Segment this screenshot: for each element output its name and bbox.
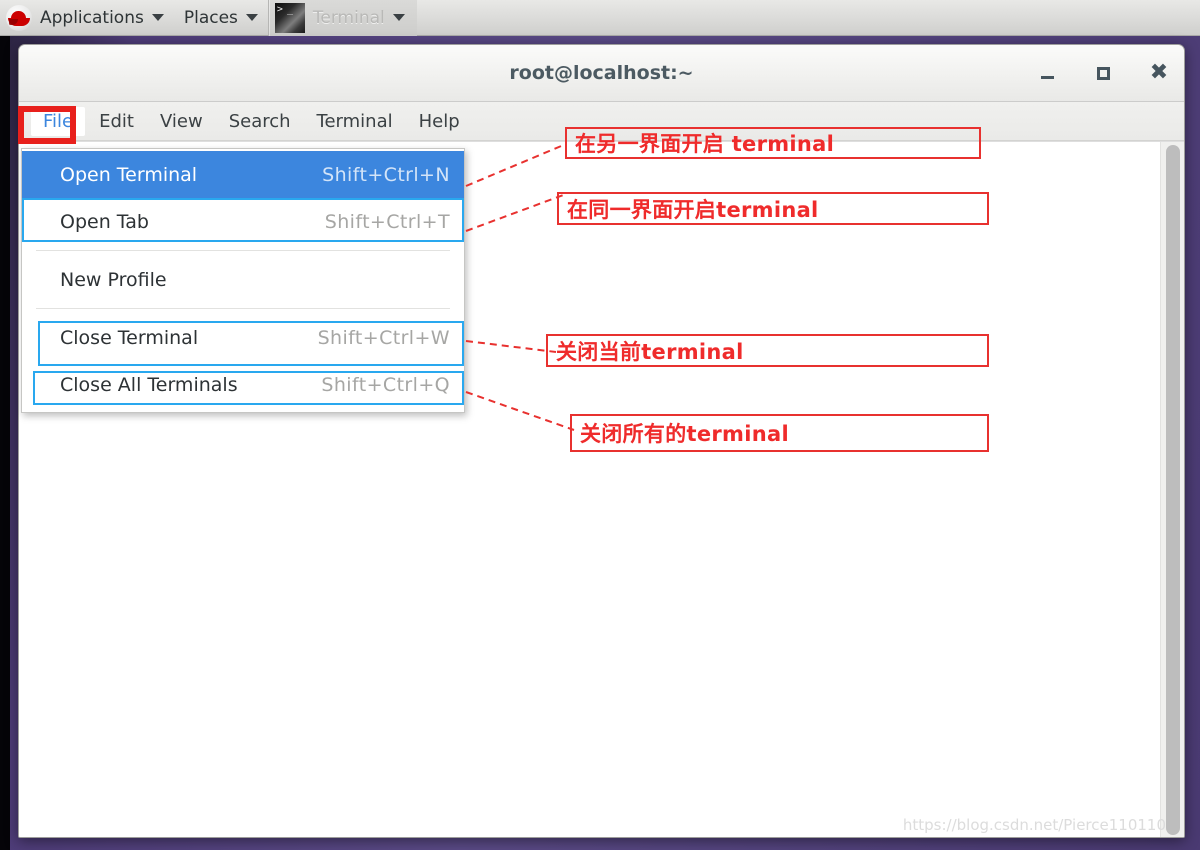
maximize-button[interactable] xyxy=(1092,62,1114,84)
minimize-button[interactable] xyxy=(1036,62,1058,84)
applications-label: Applications xyxy=(40,7,144,28)
menu-divider xyxy=(36,308,450,309)
annotation-text: 关闭当前terminal xyxy=(556,339,744,364)
menu-item-accelerator: Shift+Ctrl+W xyxy=(317,326,450,349)
menu-item-label: New Profile xyxy=(60,268,167,291)
minimize-icon xyxy=(1040,76,1054,79)
file-dropdown-menu: Open Terminal Shift+Ctrl+N Open Tab Shif… xyxy=(21,148,465,413)
close-button[interactable]: ✖ xyxy=(1148,62,1170,84)
menubar-item-search[interactable]: Search xyxy=(217,107,303,136)
screen: Applications Places Terminal root@localh… xyxy=(0,0,1200,850)
panel-item-applications[interactable]: Applications xyxy=(0,0,174,36)
annotation-box-close-terminal: 关闭当前terminal xyxy=(546,334,989,367)
watermark-text: https://blog.csdn.net/Pierce110110 xyxy=(902,816,1166,834)
menu-item-accelerator: Shift+Ctrl+Q xyxy=(321,373,450,396)
menu-item-new-profile[interactable]: New Profile xyxy=(22,256,464,303)
menu-item-close-terminal[interactable]: Close Terminal Shift+Ctrl+W xyxy=(22,314,464,361)
window-titlebar[interactable]: root@localhost:~ ✖ xyxy=(19,45,1184,102)
menu-item-open-tab[interactable]: Open Tab Shift+Ctrl+T xyxy=(22,198,464,245)
menu-item-close-all-terminals[interactable]: Close All Terminals Shift+Ctrl+Q xyxy=(22,361,464,408)
terminal-icon xyxy=(274,2,305,33)
annotation-box-close-all-terminals: 关闭所有的terminal xyxy=(570,414,989,452)
scrollbar-thumb[interactable] xyxy=(1166,145,1180,835)
menu-divider xyxy=(36,250,450,251)
annotation-box-open-tab: 在同一界面开启terminal xyxy=(557,192,989,225)
menubar-item-edit[interactable]: Edit xyxy=(87,107,146,136)
window-title: root@localhost:~ xyxy=(509,62,694,84)
annotation-text: 关闭所有的terminal xyxy=(580,422,789,446)
top-panel: Applications Places Terminal xyxy=(0,0,1200,36)
chevron-down-icon xyxy=(151,14,164,21)
menu-item-label: Close All Terminals xyxy=(60,373,238,396)
menu-item-open-terminal[interactable]: Open Terminal Shift+Ctrl+N xyxy=(22,151,464,198)
annotation-box-open-terminal: 在另一界面开启 terminal xyxy=(565,127,981,159)
redhat-logo-icon xyxy=(6,4,32,31)
menu-item-label: Close Terminal xyxy=(60,326,199,349)
menu-item-label: Open Terminal xyxy=(60,163,198,186)
panel-item-places[interactable]: Places xyxy=(174,0,268,36)
maximize-icon xyxy=(1096,66,1110,80)
menu-item-accelerator: Shift+Ctrl+T xyxy=(324,210,450,233)
annotation-text: 在同一界面开启terminal xyxy=(567,197,819,222)
terminal-scrollbar[interactable] xyxy=(1160,142,1184,837)
close-icon: ✖ xyxy=(1149,60,1169,85)
menubar-item-view[interactable]: View xyxy=(148,107,215,136)
chevron-down-icon xyxy=(392,14,405,21)
panel-window-tab-terminal[interactable]: Terminal xyxy=(268,0,417,36)
annotation-text: 在另一界面开启 terminal xyxy=(575,132,835,156)
menu-item-accelerator: Shift+Ctrl+N xyxy=(322,163,450,186)
menubar-item-file[interactable]: File xyxy=(31,106,86,136)
window-controls: ✖ xyxy=(1036,45,1170,101)
desktop-left-edge xyxy=(0,36,10,850)
places-label: Places xyxy=(183,7,238,28)
menubar-item-help[interactable]: Help xyxy=(407,107,472,136)
chevron-down-icon xyxy=(245,14,258,21)
menubar-item-terminal[interactable]: Terminal xyxy=(305,107,405,136)
menu-item-label: Open Tab xyxy=(60,210,149,233)
window-tab-label: Terminal xyxy=(312,7,385,28)
